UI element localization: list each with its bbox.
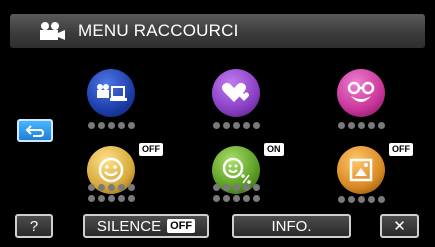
back-button[interactable]: [17, 119, 53, 142]
item-label-placeholder: [206, 184, 266, 202]
item-label-placeholder: [81, 122, 141, 129]
item-label-placeholder: [206, 122, 266, 129]
smile-shutter-icon: [98, 157, 124, 183]
silence-button[interactable]: SILENCE OFF: [83, 214, 209, 238]
auto-scene-icon: [349, 158, 373, 182]
item-label-placeholder: [331, 122, 391, 129]
menu-item-face-detect[interactable]: [331, 69, 391, 129]
silence-state-badge: OFF: [167, 219, 196, 233]
movie-camera-icon: [40, 22, 65, 40]
face-with-glasses-icon: [347, 81, 375, 102]
page-title: MENU RACCOURCI: [78, 21, 239, 40]
item-label-placeholder: [331, 196, 391, 203]
item-circle: [337, 69, 385, 117]
help-button[interactable]: ?: [15, 214, 53, 238]
state-badge: OFF: [389, 143, 413, 156]
item-circle: [212, 69, 260, 117]
film-to-computer-icon: [97, 84, 127, 101]
item-circle: [87, 69, 135, 117]
close-button[interactable]: ✕: [380, 214, 419, 238]
smile-percent-icon: [222, 157, 251, 184]
item-label-placeholder: [81, 184, 141, 202]
menu-item-auto-scene[interactable]: OFF: [331, 143, 413, 206]
state-badge: OFF: [139, 143, 163, 156]
menu-item-playback-to-pc[interactable]: [81, 69, 141, 129]
menu-item-smile-level[interactable]: ON: [206, 143, 284, 206]
item-circle: [337, 146, 385, 194]
menu-item-smile-shutter[interactable]: OFF: [81, 143, 163, 206]
menu-item-favorites[interactable]: [206, 69, 266, 129]
close-icon: ✕: [393, 218, 406, 235]
state-badge: ON: [264, 143, 284, 156]
info-button[interactable]: INFO.: [232, 214, 351, 238]
return-arrow-icon: [25, 124, 45, 137]
silence-label: SILENCE: [96, 217, 162, 235]
quick-menu-screen: MENU RACCOURCI OFF ON OFF ? SILENCE OFF …: [0, 0, 435, 247]
menu-header: MENU RACCOURCI: [10, 14, 425, 48]
hearts-icon: [222, 82, 249, 102]
